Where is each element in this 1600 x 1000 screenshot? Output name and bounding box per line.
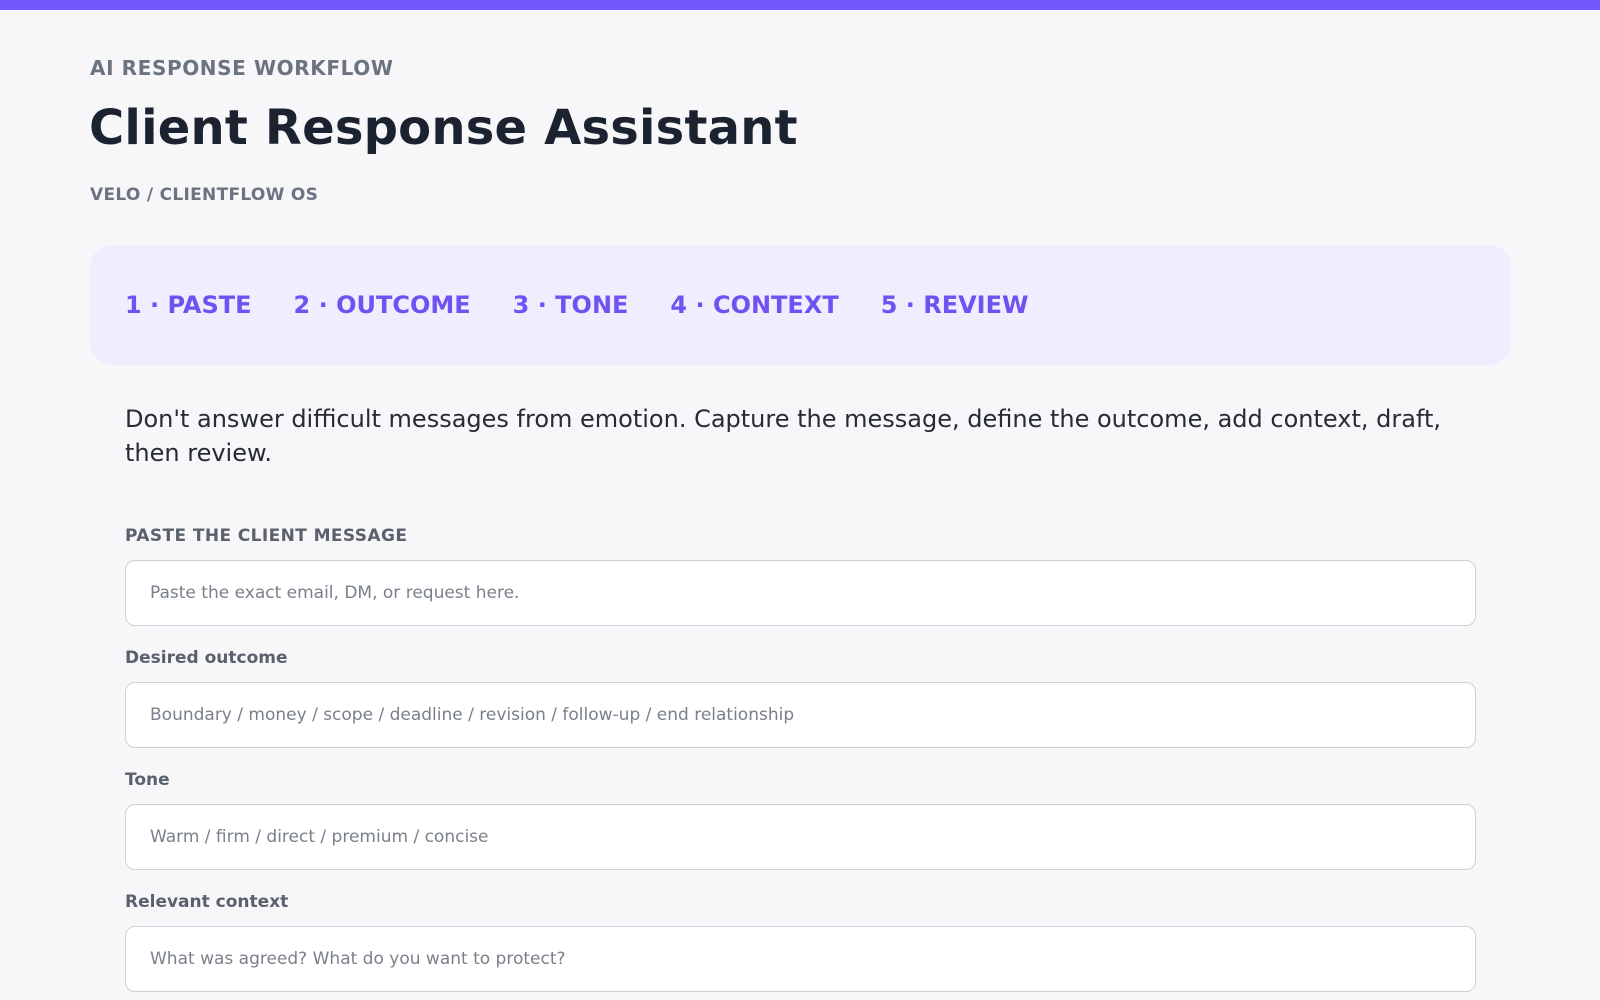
- step-context[interactable]: 4 · CONTEXT: [670, 291, 838, 319]
- breadcrumb: VELO / CLIENTFLOW OS: [90, 185, 319, 205]
- desired-outcome-input[interactable]: [125, 682, 1476, 748]
- intro-text: Don't answer difficult messages from emo…: [125, 405, 1441, 467]
- workflow-steps: 1 · PASTE 2 · OUTCOME 3 · TONE 4 · CONTE…: [90, 245, 1511, 365]
- relevant-context-label: Relevant context: [125, 892, 289, 912]
- tone-input[interactable]: [125, 804, 1476, 870]
- step-paste[interactable]: 1 · PASTE: [125, 291, 252, 319]
- desired-outcome-label: Desired outcome: [125, 648, 288, 668]
- eyebrow-label: AI RESPONSE WORKFLOW: [90, 56, 394, 80]
- tone-label: Tone: [125, 770, 170, 790]
- relevant-context-input[interactable]: [125, 926, 1476, 992]
- step-outcome[interactable]: 2 · OUTCOME: [294, 291, 471, 319]
- step-review[interactable]: 5 · REVIEW: [881, 291, 1029, 319]
- client-message-label: PASTE THE CLIENT MESSAGE: [125, 526, 408, 546]
- client-message-input[interactable]: [125, 560, 1476, 626]
- page-title: Client Response Assistant: [89, 100, 798, 156]
- step-tone[interactable]: 3 · TONE: [513, 291, 629, 319]
- top-accent-bar: [0, 0, 1600, 10]
